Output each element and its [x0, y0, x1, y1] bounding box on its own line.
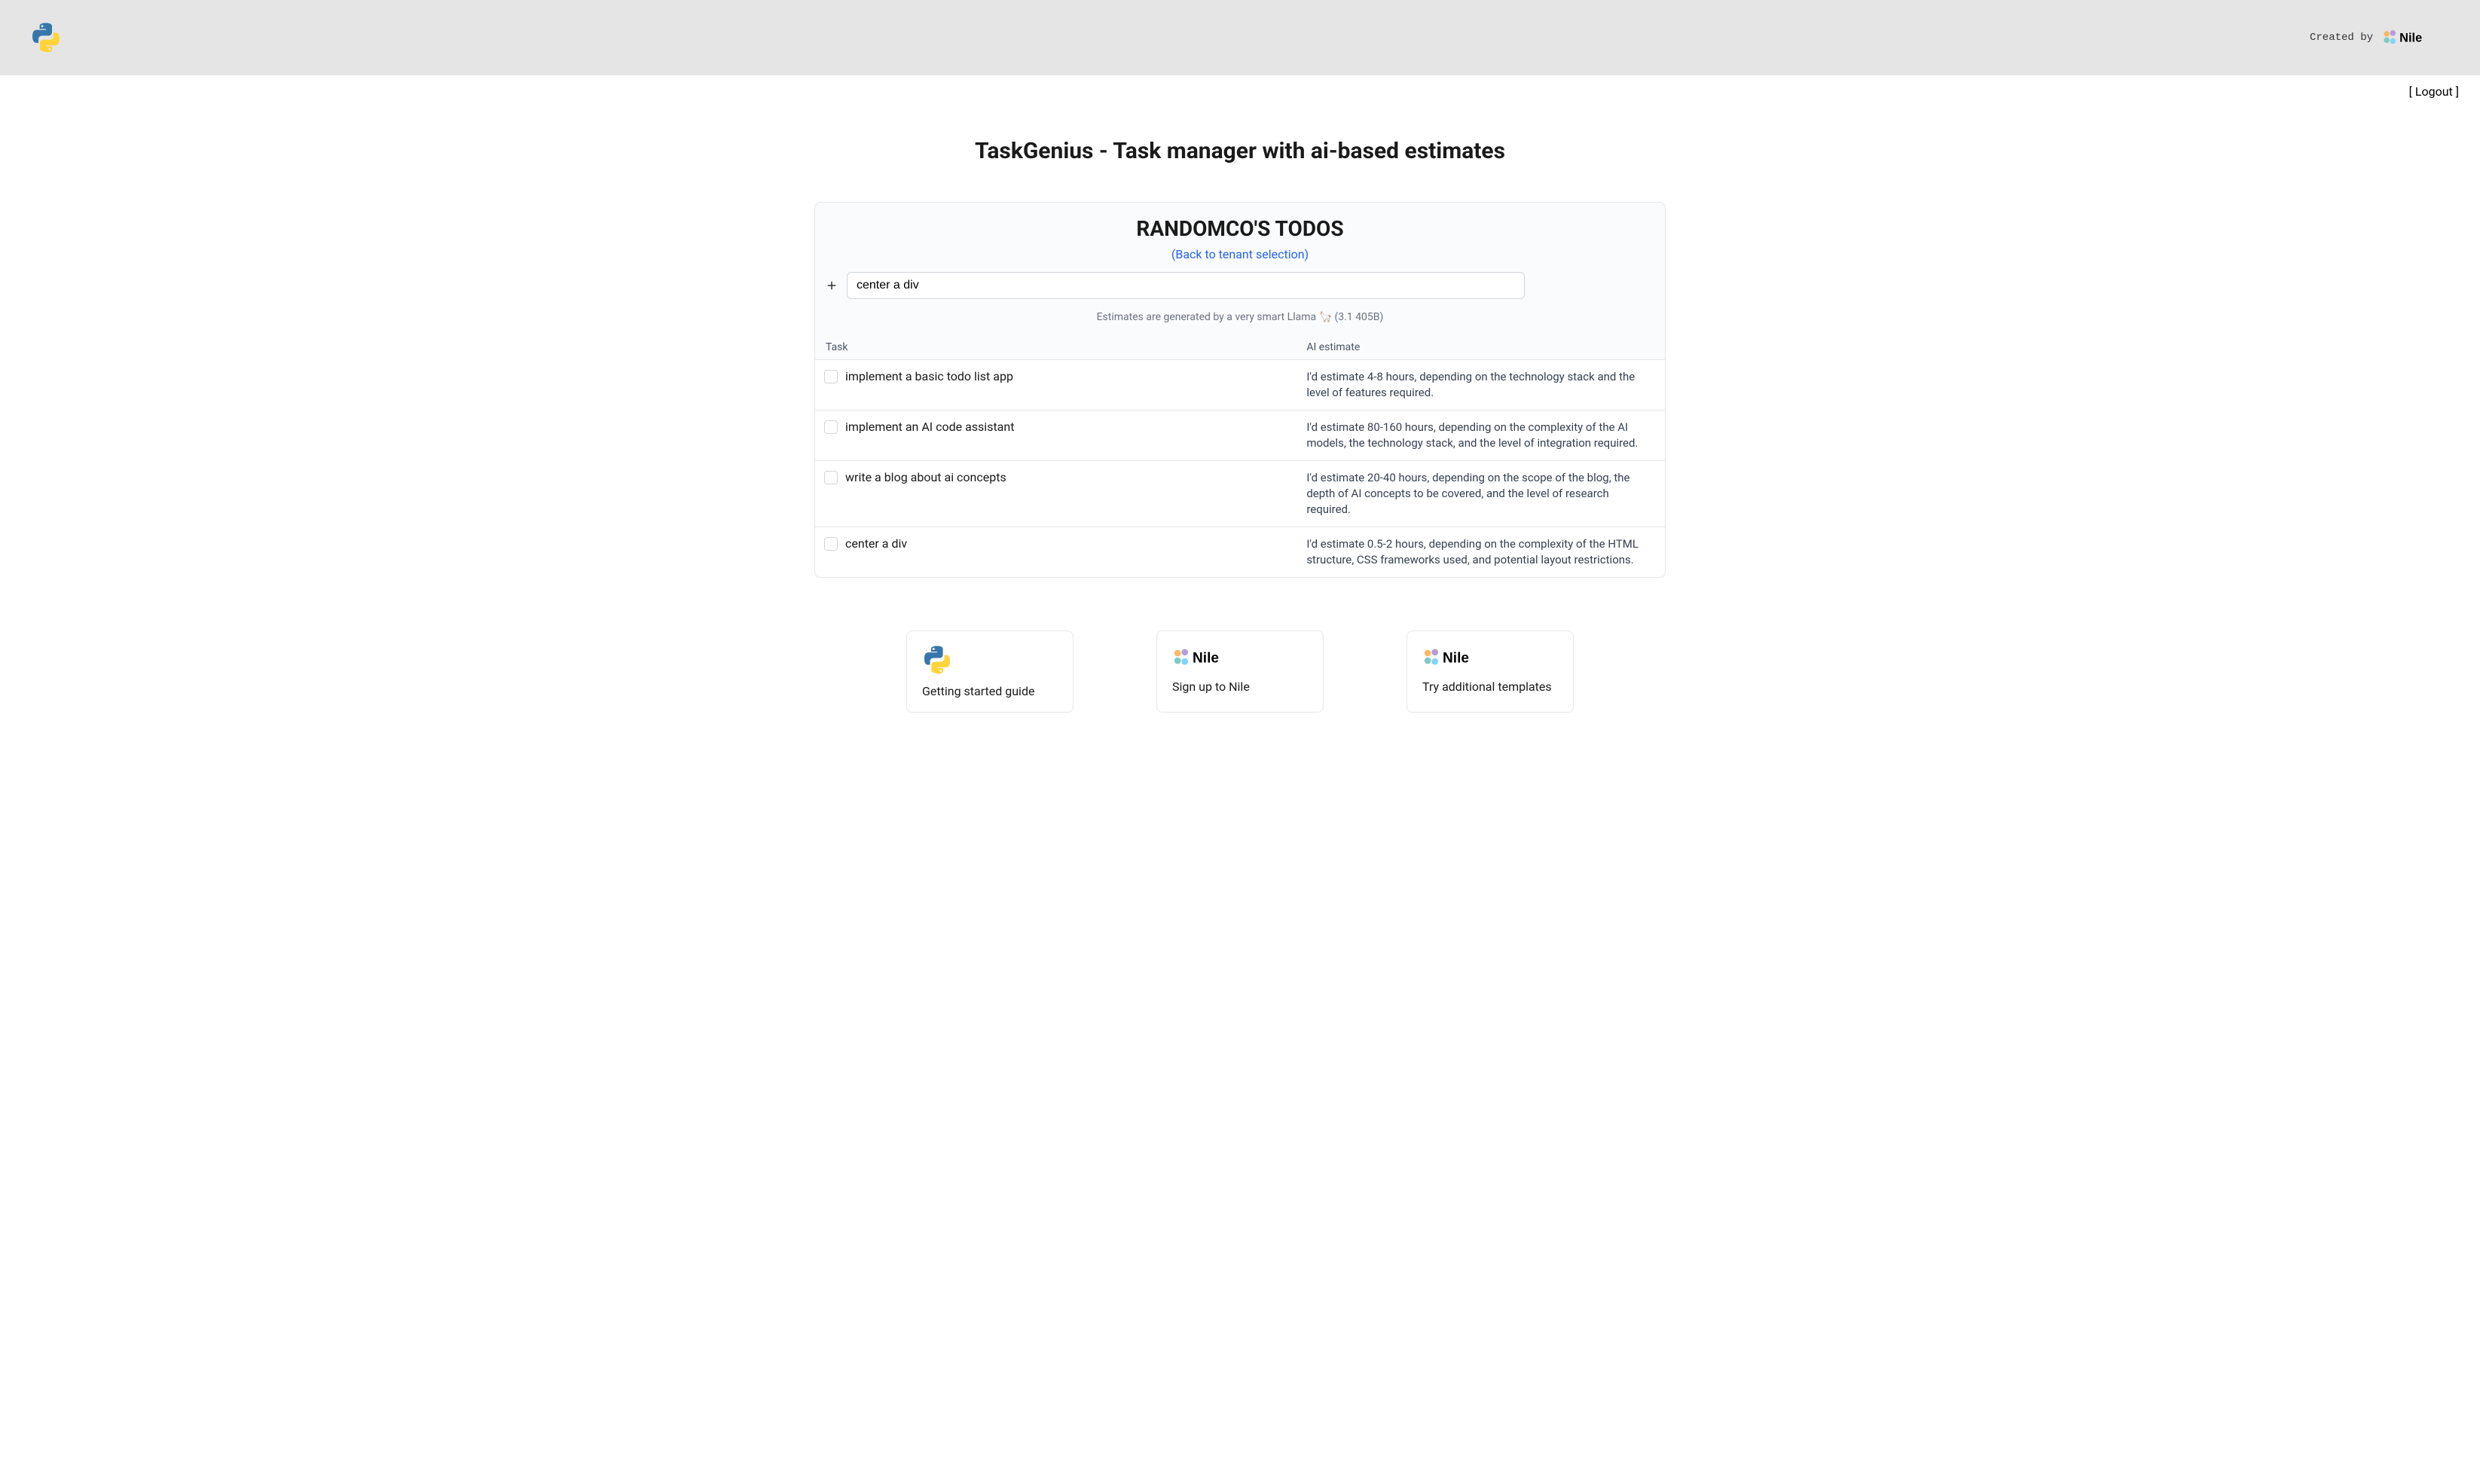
- task-name: center a div: [845, 536, 907, 551]
- nile-logo-icon: Nile: [2382, 26, 2450, 49]
- header-right: Created by Nile: [2310, 26, 2450, 49]
- python-logo-icon: [922, 645, 1058, 675]
- svg-text:Nile: Nile: [1443, 650, 1469, 666]
- plus-icon[interactable]: [824, 278, 839, 293]
- task-estimate: I'd estimate 20-40 hours, depending on t…: [1306, 470, 1656, 518]
- svg-text:Nile: Nile: [2399, 31, 2422, 44]
- templates-card[interactable]: Nile Try additional templates: [1406, 631, 1574, 713]
- task-estimate: I'd estimate 0.5-2 hours, depending on t…: [1306, 536, 1656, 568]
- getting-started-card[interactable]: Getting started guide: [906, 631, 1074, 713]
- back-to-tenant-link[interactable]: (Back to tenant selection): [815, 247, 1665, 261]
- task-estimate: I'd estimate 4-8 hours, depending on the…: [1306, 369, 1656, 401]
- svg-text:Nile: Nile: [1193, 650, 1219, 666]
- task-row: write a blog about ai concepts I'd estim…: [815, 460, 1665, 527]
- task-row: implement a basic todo list app I'd esti…: [815, 359, 1665, 410]
- created-by-label: Created by: [2310, 32, 2373, 44]
- header: Created by Nile: [0, 0, 2480, 75]
- task-checkbox[interactable]: [824, 471, 838, 484]
- task-checkbox[interactable]: [824, 420, 838, 434]
- page-title: TaskGenius - Task manager with ai-based …: [0, 138, 2480, 164]
- python-logo-icon: [30, 22, 62, 53]
- card-label: Sign up to Nile: [1172, 679, 1308, 694]
- column-header-task: Task: [824, 341, 1306, 353]
- task-input[interactable]: [847, 272, 1525, 299]
- task-name: implement an AI code assistant: [845, 420, 1014, 434]
- todos-title: RANDOMCO'S TODOS: [815, 203, 1665, 241]
- nile-logo-icon: Nile: [1422, 645, 1558, 670]
- task-estimate: I'd estimate 80-160 hours, depending on …: [1306, 420, 1656, 451]
- task-name: implement a basic todo list app: [845, 369, 1013, 383]
- nile-logo-icon: Nile: [1172, 645, 1308, 670]
- task-row: implement an AI code assistant I'd estim…: [815, 410, 1665, 460]
- task-row: center a div I'd estimate 0.5-2 hours, d…: [815, 527, 1665, 577]
- table-header: Task AI estimate: [815, 335, 1665, 359]
- logout-bar: [ Logout ]: [0, 75, 2480, 108]
- task-name: write a blog about ai concepts: [845, 470, 1006, 484]
- cards-row: Getting started guide Nile Sign up to Ni…: [0, 631, 2480, 743]
- todos-container: RANDOMCO'S TODOS (Back to tenant selecti…: [814, 202, 1666, 578]
- estimate-note: Estimates are generated by a very smart …: [815, 307, 1665, 335]
- column-header-estimate: AI estimate: [1306, 341, 1656, 353]
- card-label: Try additional templates: [1422, 679, 1558, 694]
- add-task-row: [815, 261, 1665, 307]
- task-checkbox[interactable]: [824, 370, 838, 383]
- logout-link[interactable]: [ Logout ]: [2409, 84, 2459, 99]
- header-left: [30, 22, 62, 53]
- task-checkbox[interactable]: [824, 537, 838, 551]
- signup-nile-card[interactable]: Nile Sign up to Nile: [1156, 631, 1324, 713]
- card-label: Getting started guide: [922, 684, 1058, 698]
